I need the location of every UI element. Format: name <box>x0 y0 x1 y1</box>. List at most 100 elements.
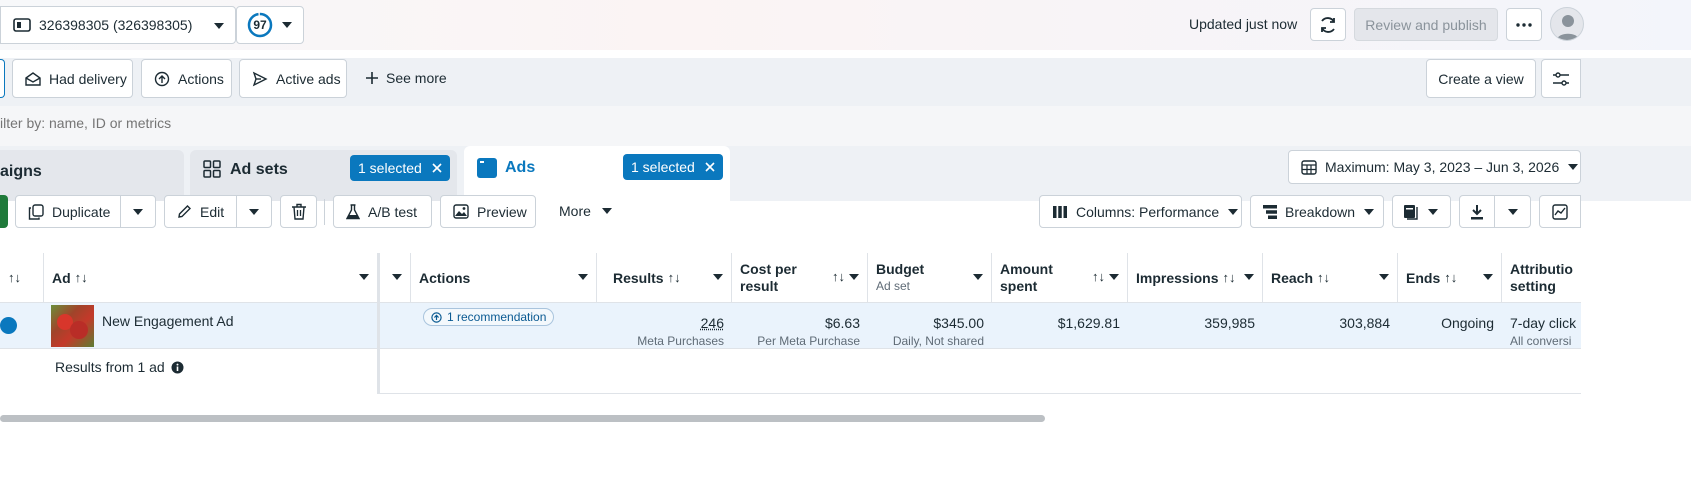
chevron-down-icon[interactable] <box>849 274 859 281</box>
close-icon[interactable] <box>705 162 715 172</box>
filter-label: Active ads <box>276 70 341 87</box>
filter-had-delivery[interactable]: Had delivery <box>12 59 133 98</box>
sort-icon[interactable]: ↑↓ <box>668 270 681 285</box>
sort-icon[interactable]: ↑↓ <box>832 268 845 285</box>
impressions-value: 359,985 <box>1204 315 1255 331</box>
col-header-reach[interactable]: Reach ↑↓ <box>1263 253 1398 303</box>
preview-button[interactable]: Preview <box>440 195 536 228</box>
calendar-icon <box>1301 160 1317 175</box>
avatar[interactable] <box>1550 7 1584 41</box>
delete-button[interactable] <box>280 195 317 228</box>
cost-value: $6.63 <box>824 315 860 331</box>
score-ring: 97 <box>247 12 273 38</box>
col-header-label: Amount <box>1000 260 1053 277</box>
table-row[interactable]: New Engagement Ad <box>0 303 377 349</box>
ab-test-button[interactable]: A/B test <box>333 195 432 228</box>
duplicate-button[interactable]: Duplicate <box>15 195 121 228</box>
attribution-value: 7-day click <box>1510 315 1577 331</box>
create-button-edge[interactable] <box>0 195 8 228</box>
col-header-amount-spent[interactable]: Amount spent ↑↓ <box>992 253 1128 303</box>
updated-status: Updated just now <box>1189 16 1298 32</box>
table-cell-budget: $345.00 Daily, Not shared <box>868 303 992 349</box>
sort-icon[interactable]: ↑↓ <box>1092 268 1105 285</box>
col-header-results[interactable]: Results ↑↓ <box>597 253 732 303</box>
chevron-down-icon[interactable] <box>1483 274 1493 281</box>
col-header-label: Attributio <box>1510 260 1573 277</box>
chevron-down-icon[interactable] <box>578 274 588 281</box>
see-more-button[interactable]: See more <box>366 70 447 86</box>
col-header-label: Ad <box>52 269 71 286</box>
col-header-ad[interactable]: Ad ↑↓ <box>44 253 378 303</box>
col-header-actions[interactable]: Actions <box>411 253 597 303</box>
chevron-down-icon[interactable] <box>359 274 369 281</box>
col-header-impressions[interactable]: Impressions ↑↓ <box>1128 253 1263 303</box>
filter-actions[interactable]: Actions <box>141 59 232 98</box>
ad-icon <box>477 158 497 178</box>
filter-edge[interactable] <box>0 59 5 98</box>
reach-value: 303,884 <box>1339 315 1390 331</box>
tab-campaigns[interactable]: aigns <box>0 150 184 201</box>
refresh-button[interactable] <box>1310 8 1346 41</box>
edit-dropdown[interactable] <box>236 195 272 228</box>
table-cell-reach: 303,884 <box>1263 303 1398 349</box>
row-radio[interactable] <box>0 317 17 334</box>
more-button[interactable]: More <box>559 203 613 219</box>
plus-icon <box>366 72 378 84</box>
sort-icon[interactable]: ↑↓ <box>8 270 21 285</box>
ads-selected-pill[interactable]: 1 selected <box>623 154 723 180</box>
horizontal-scrollbar[interactable] <box>0 415 1045 422</box>
create-view-button[interactable]: Create a view <box>1426 59 1536 98</box>
chevron-down-icon[interactable] <box>973 274 983 281</box>
view-settings-button[interactable] <box>1541 59 1581 98</box>
col-header-cost-per-result[interactable]: Cost per result ↑↓ <box>732 253 868 303</box>
date-range-picker[interactable]: Maximum: May 3, 2023 – Jun 3, 2026 <box>1288 150 1581 184</box>
info-icon[interactable] <box>171 361 184 374</box>
reports-button[interactable] <box>1392 195 1451 228</box>
chevron-down-icon[interactable] <box>1379 274 1389 281</box>
export-dropdown[interactable] <box>1494 195 1531 228</box>
col-header-label: Impressions <box>1136 269 1219 286</box>
chevron-down-icon <box>282 22 292 28</box>
close-icon[interactable] <box>432 163 442 173</box>
ad-name-link[interactable]: New Engagement Ad <box>102 313 234 329</box>
col-header-status[interactable]: ↑↓ <box>0 253 44 303</box>
more-label: More <box>559 203 591 219</box>
breakdown-button[interactable]: Breakdown <box>1250 195 1384 228</box>
ad-thumbnail[interactable] <box>51 305 94 347</box>
columns-button[interactable]: Columns: Performance <box>1039 195 1242 228</box>
col-header-attribution[interactable]: Attributio setting <box>1502 253 1581 303</box>
search-input[interactable] <box>0 110 900 136</box>
filter-label: Actions <box>178 70 224 87</box>
review-publish-button[interactable]: Review and publish <box>1354 8 1498 41</box>
col-header-ends[interactable]: Ends ↑↓ <box>1398 253 1502 303</box>
sort-icon[interactable]: ↑↓ <box>1317 270 1330 285</box>
adsets-selected-pill[interactable]: 1 selected <box>350 155 450 181</box>
chevron-down-icon[interactable] <box>392 274 402 281</box>
filter-active-ads[interactable]: Active ads <box>239 59 347 98</box>
date-range-label: Maximum: May 3, 2023 – Jun 3, 2026 <box>1325 159 1560 175</box>
account-label: 326398305 (326398305) <box>39 17 193 33</box>
tab-ads[interactable]: Ads 1 selected <box>464 146 730 201</box>
recommendation-badge[interactable]: 1 recommendation <box>423 308 555 326</box>
sort-icon[interactable]: ↑↓ <box>75 270 88 285</box>
sort-icon[interactable]: ↑↓ <box>1444 270 1457 285</box>
chevron-down-icon[interactable] <box>713 274 723 281</box>
edit-button[interactable]: Edit <box>164 195 237 228</box>
col-header-hidden[interactable] <box>380 253 411 303</box>
results-value[interactable]: 246 <box>701 315 724 331</box>
col-header-budget[interactable]: Budget Ad set <box>868 253 992 303</box>
export-button[interactable] <box>1459 195 1495 228</box>
more-options-button[interactable] <box>1506 8 1542 41</box>
create-view-label: Create a view <box>1438 70 1524 87</box>
sliders-icon <box>1553 71 1569 86</box>
chevron-down-icon[interactable] <box>1109 274 1119 281</box>
pencil-icon <box>178 205 191 218</box>
account-selector[interactable]: 326398305 (326398305) <box>0 6 236 44</box>
score-button[interactable]: 97 <box>236 6 304 44</box>
chevron-down-icon[interactable] <box>1244 274 1254 281</box>
sort-icon[interactable]: ↑↓ <box>1222 270 1235 285</box>
charts-button[interactable] <box>1539 195 1581 228</box>
thumbnail-apple <box>70 321 88 339</box>
duplicate-dropdown[interactable] <box>120 195 156 228</box>
tab-adsets[interactable]: Ad sets 1 selected <box>190 150 457 201</box>
